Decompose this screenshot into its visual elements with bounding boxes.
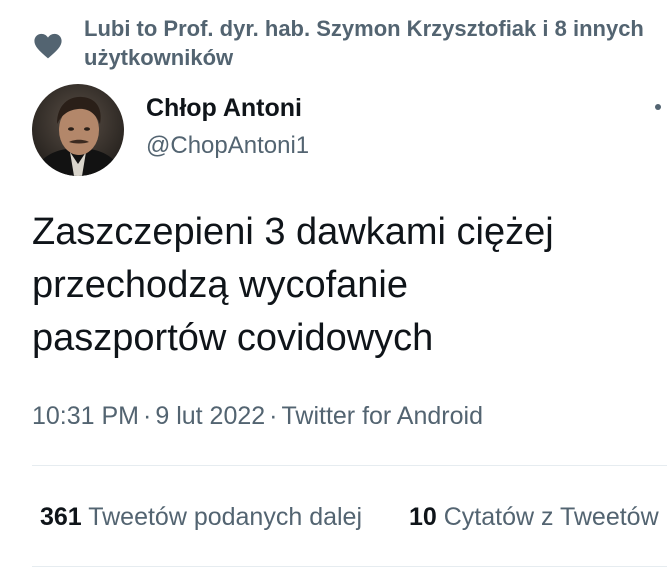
quotes-stat[interactable]: 10 Cytatów z Tweetów [409,500,659,534]
social-context[interactable]: Lubi to Prof. dyr. hab. Szymon Krzysztof… [32,14,667,72]
tweet-detail-page: Lubi to Prof. dyr. hab. Szymon Krzysztof… [0,0,667,576]
retweets-count: 361 [40,503,82,531]
divider [32,566,667,567]
tweet-source[interactable]: Twitter for Android [282,402,483,430]
retweets-stat[interactable]: 361 Tweetów podanych dalej [40,500,362,534]
author-name[interactable]: Chłop Antoni [146,92,302,124]
meta-separator: · [143,402,152,430]
liked-by-label: Lubi to Prof. dyr. hab. Szymon Krzysztof… [84,16,644,70]
heart-icon [32,30,64,62]
divider [32,465,667,466]
retweets-label: Tweetów podanych dalej [88,503,363,531]
tweet-time[interactable]: 10:31 PM [32,402,139,430]
engagement-stats: 361 Tweetów podanych dalej 10 Cytatów z … [40,500,667,534]
tweet-author: Chłop Antoni @ChopAntoni1 [32,84,667,176]
tweet-metadata: 10:31 PM · 9 lut 2022 · Twitter for Android [32,400,483,432]
author-handle[interactable]: @ChopAntoni1 [146,130,309,162]
quotes-label: Cytatów z Tweetów [443,503,659,531]
tweet-text: Zaszczepieni 3 dawkami ciężej przechodzą… [32,211,554,359]
meta-separator: · [269,402,278,430]
liked-by-text: Lubi to Prof. dyr. hab. Szymon Krzysztof… [84,14,667,72]
quotes-count: 10 [408,503,437,531]
tweet-date[interactable]: 9 lut 2022 [155,402,265,430]
more-options-icon[interactable] [655,104,661,110]
avatar[interactable] [32,84,124,176]
